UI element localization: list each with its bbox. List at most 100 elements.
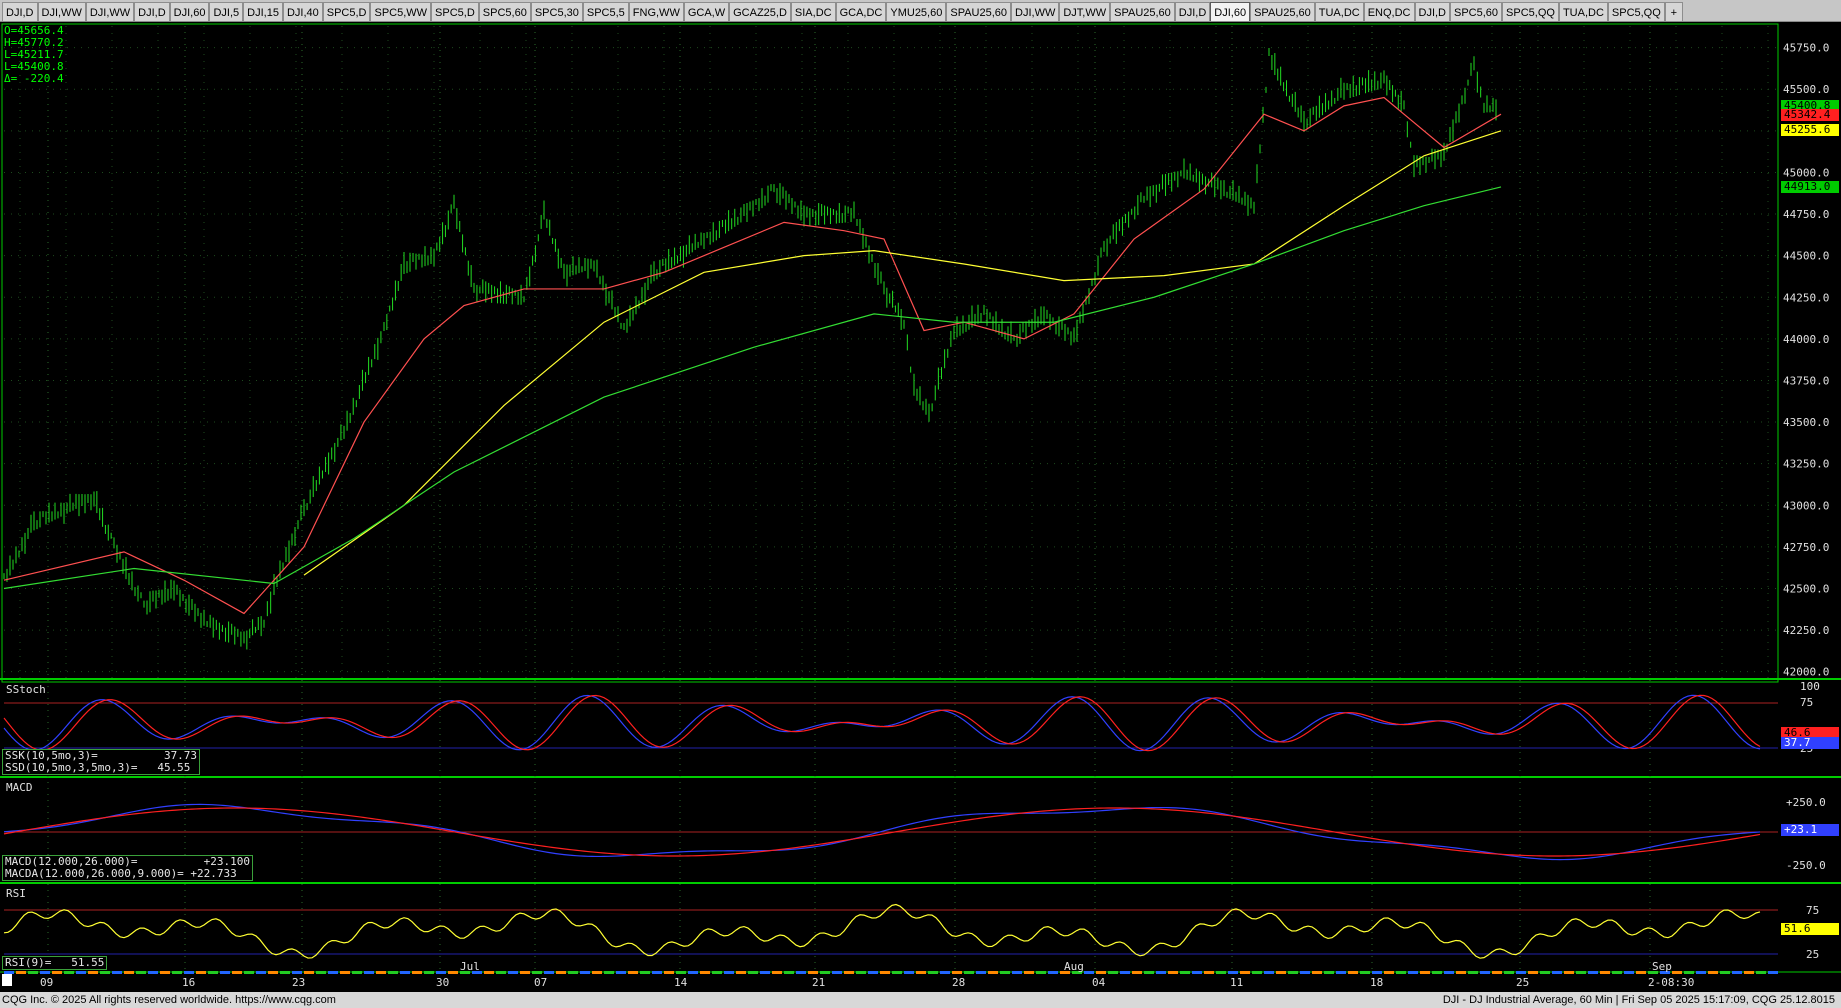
session-marker (640, 971, 650, 974)
chart-tab[interactable]: SPC5,60 (1450, 2, 1503, 21)
session-marker (1756, 971, 1766, 974)
session-marker (4, 971, 14, 974)
chart-tab[interactable]: ENQ,DC (1363, 2, 1415, 21)
session-marker (868, 971, 878, 974)
chart-tab[interactable]: DJI,60 (1210, 2, 1251, 21)
chart-tab[interactable]: TUA,DC (1314, 2, 1364, 21)
rsi-tag: 51.6 (1781, 923, 1839, 935)
session-marker (160, 971, 170, 974)
session-marker (1168, 971, 1178, 974)
session-marker (76, 971, 86, 974)
session-marker (1636, 971, 1646, 974)
session-marker (856, 971, 866, 974)
chart-tab[interactable]: GCA,W (683, 2, 730, 21)
stoch-label: SStoch (6, 683, 46, 696)
month-label: Sep (1652, 960, 1672, 973)
date-label: 30 (436, 976, 449, 989)
scroll-handle[interactable] (2, 974, 12, 986)
session-marker (976, 971, 986, 974)
session-marker (628, 971, 638, 974)
session-marker (1360, 971, 1370, 974)
chart-tab[interactable]: YMU25,60 (886, 2, 947, 21)
session-marker (1240, 971, 1250, 974)
session-marker (352, 971, 362, 974)
chart-tab[interactable]: SPC5,D (322, 2, 371, 21)
session-marker (1552, 971, 1562, 974)
session-marker (100, 971, 110, 974)
chart-tab[interactable]: SPC5,QQ (1607, 2, 1665, 21)
chart-tab[interactable]: DJI,15 (243, 2, 283, 21)
price-axis-label: 43500.0 (1783, 416, 1829, 429)
chart-tab[interactable]: SPC5,30 (530, 2, 583, 21)
session-marker (1708, 971, 1718, 974)
session-marker (928, 971, 938, 974)
session-marker (520, 971, 530, 974)
session-marker (1000, 971, 1010, 974)
chart-tab[interactable]: GCAZ25,D (729, 2, 791, 21)
price-axis-label: 44250.0 (1783, 291, 1829, 304)
session-marker (1156, 971, 1166, 974)
chart-tab[interactable]: SPAU25,60 (1110, 2, 1175, 21)
price-axis-label: 45750.0 (1783, 42, 1829, 55)
session-marker (1408, 971, 1418, 974)
chart-tab[interactable]: DJI,D (2, 2, 38, 21)
session-marker (1396, 971, 1406, 974)
session-marker (364, 971, 374, 974)
chart-tab[interactable]: SPC5,60 (478, 2, 531, 21)
chart-tab[interactable]: FNG,WW (628, 2, 684, 21)
chart-tab[interactable]: DJT,WW (1059, 2, 1111, 21)
session-marker (604, 971, 614, 974)
chart-tab[interactable]: SPAU25,60 (946, 2, 1012, 21)
price-axis-label: 43000.0 (1783, 499, 1829, 512)
chart-tab[interactable]: TUA,DC (1558, 2, 1608, 21)
session-marker (748, 971, 758, 974)
chart-tab[interactable]: DJI,D (1174, 2, 1211, 21)
chart-tab[interactable]: GCA,DC (835, 2, 887, 21)
price-tag: 44913.0 (1781, 180, 1839, 193)
chart-tab[interactable]: SPC5,5 (582, 2, 629, 21)
chart-tab[interactable]: DJI,D (1414, 2, 1450, 21)
session-marker (124, 971, 134, 974)
session-marker (52, 971, 62, 974)
session-marker (892, 971, 902, 974)
chart-tab[interactable]: SPC5,QQ (1502, 2, 1559, 21)
session-marker (304, 971, 314, 974)
session-marker (1024, 971, 1034, 974)
month-label: Aug (1064, 960, 1084, 973)
session-marker (340, 971, 350, 974)
session-marker (376, 971, 386, 974)
chart-tab[interactable]: DJI,WW (1011, 2, 1060, 21)
add-tab-button[interactable]: + (1664, 2, 1683, 21)
chart-tab[interactable]: DJI,WW (85, 2, 135, 21)
chart-tab[interactable]: DJI,5 (209, 2, 244, 21)
chart-tab[interactable]: DJI,60 (169, 2, 210, 21)
session-marker (1504, 971, 1514, 974)
session-marker (1600, 971, 1610, 974)
chart-tab[interactable]: SPAU25,60 (1250, 2, 1315, 21)
chart-info-text: DJI - DJ Industrial Average, 60 Min | Fr… (1442, 994, 1835, 1006)
session-marker (940, 971, 950, 974)
session-marker (808, 971, 818, 974)
session-marker (1192, 971, 1202, 974)
chart-tab[interactable]: DJI,D (134, 2, 170, 21)
price-axis-label: 44500.0 (1783, 250, 1829, 263)
chart-tab[interactable]: SIA,DC (790, 2, 836, 21)
session-marker (16, 971, 26, 974)
session-marker (700, 971, 710, 974)
chart-tab[interactable]: SPC5,WW (370, 2, 432, 21)
session-marker (244, 971, 254, 974)
session-marker (1768, 971, 1778, 974)
macd-axis-label: -250.0 (1786, 859, 1826, 872)
session-marker (796, 971, 806, 974)
session-marker (1480, 971, 1490, 974)
session-marker (1276, 971, 1286, 974)
session-marker (412, 971, 422, 974)
chart-tab[interactable]: SPC5,D (431, 2, 479, 21)
session-marker (592, 971, 602, 974)
chart-tab[interactable]: DJI,WW (37, 2, 86, 21)
price-axis-label: 44750.0 (1783, 208, 1829, 221)
session-marker (1456, 971, 1466, 974)
session-marker (1744, 971, 1754, 974)
chart-tab[interactable]: DJI,40 (282, 2, 323, 21)
session-marker (328, 971, 338, 974)
